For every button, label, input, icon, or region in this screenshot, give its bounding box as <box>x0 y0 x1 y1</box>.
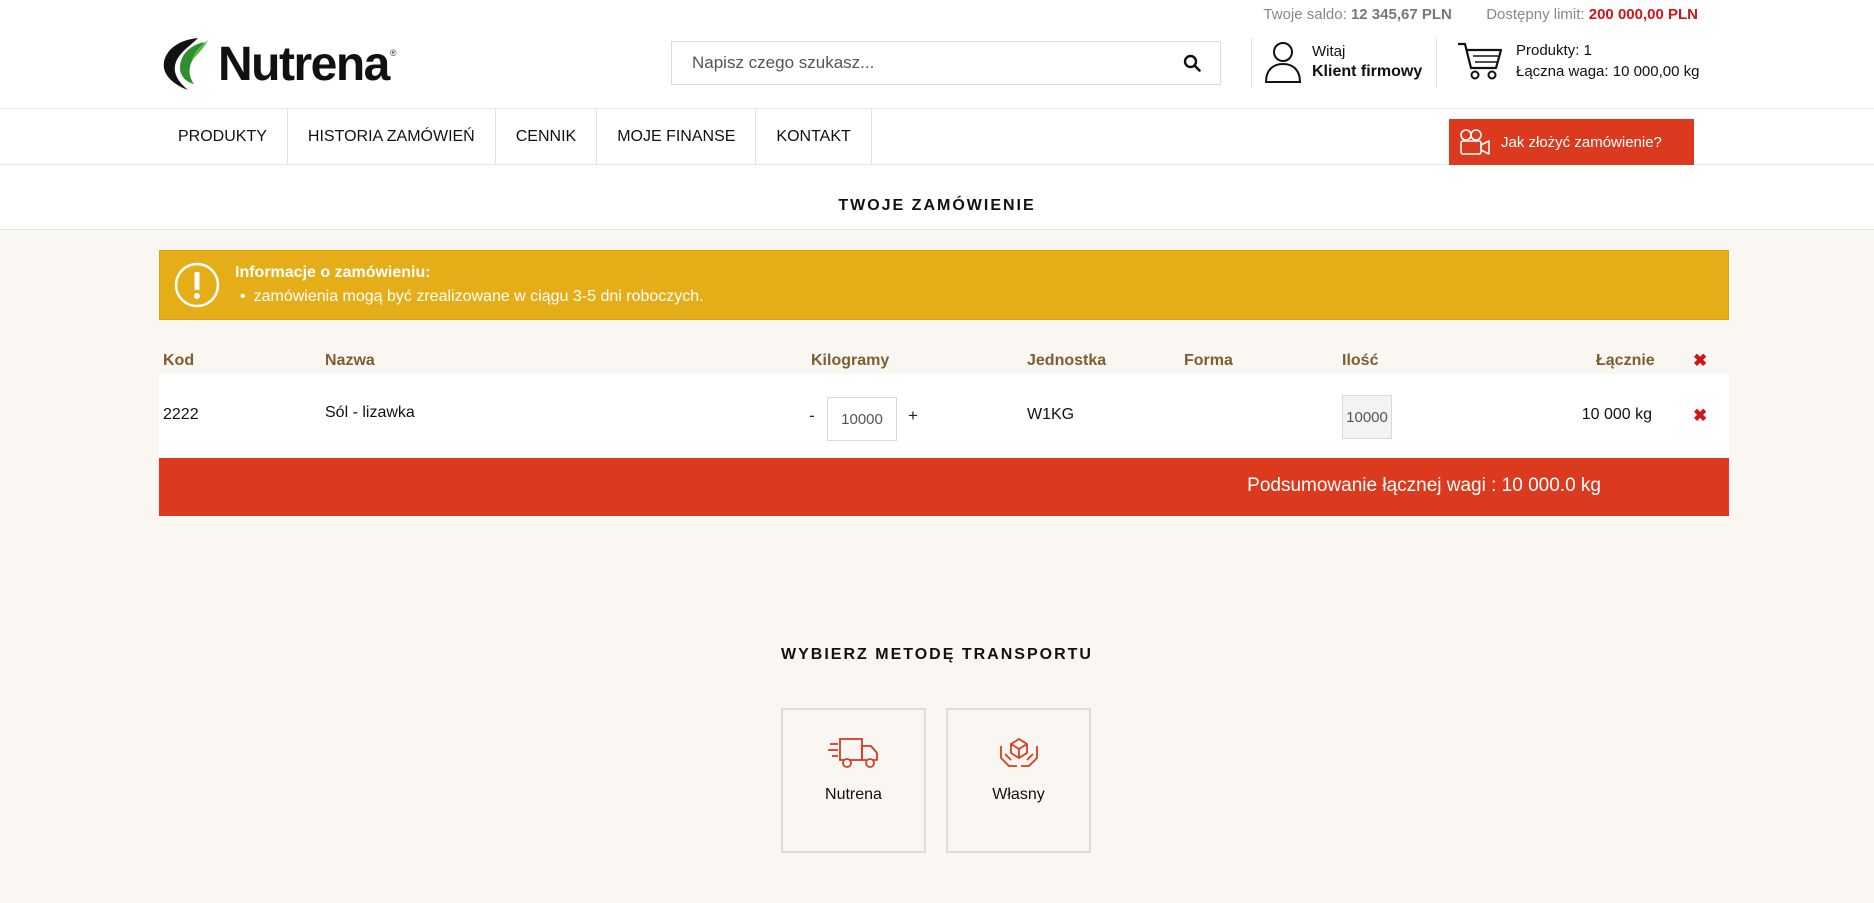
limit-label: Dostępny limit: <box>1486 6 1585 23</box>
exclamation-circle-icon <box>174 262 220 308</box>
brand-name: Nutrena <box>218 37 390 91</box>
quantity-readonly: 10000 <box>1342 395 1392 439</box>
search-icon <box>1183 54 1201 72</box>
how-to-order-label: Jak złożyć zamówienie? <box>1501 133 1662 151</box>
column-header-code: Kod <box>163 352 195 369</box>
row-total: 10 000 kg <box>1581 406 1652 423</box>
column-header-name: Nazwa <box>325 352 375 369</box>
transport-option-nutrena[interactable]: Nutrena <box>781 708 926 853</box>
nav-item-pricelist[interactable]: CENNIK <box>496 109 598 165</box>
user-icon <box>1264 42 1302 83</box>
transport-option-label: Własny <box>992 786 1045 803</box>
order-info-alert: Informacje o zamówieniu: zamówienia mogą… <box>159 250 1729 320</box>
video-camera-icon <box>1460 129 1490 155</box>
transport-option-label: Nutrena <box>825 786 882 803</box>
row-name: Sól - lizawka <box>325 404 415 421</box>
row-unit: W1KG <box>1027 406 1075 423</box>
row-code: 2222 <box>163 406 199 423</box>
nav-item-contact[interactable]: KONTAKT <box>756 109 872 165</box>
brand-logo[interactable]: Nutrena ® <box>158 36 397 92</box>
column-header-total: Łącznie <box>1596 352 1655 369</box>
balance-label: Twoje saldo: <box>1263 6 1347 23</box>
search-input[interactable] <box>672 42 1164 84</box>
cart-icon <box>1458 42 1503 80</box>
limit-value: 200 000,00 PLN <box>1588 6 1698 23</box>
hands-box-icon <box>999 738 1038 767</box>
header-divider <box>1251 38 1252 88</box>
column-header-quantity: Ilość <box>1342 352 1379 369</box>
account-name: Klient firmowy <box>1312 63 1423 80</box>
column-header-form: Forma <box>1184 352 1233 369</box>
remove-all-button[interactable]: ✖ <box>1693 351 1707 371</box>
search-button[interactable] <box>1164 42 1220 84</box>
cart-products-count: Produkty: 1 <box>1516 42 1592 59</box>
decrease-button[interactable]: - <box>809 406 815 426</box>
account-greeting: Witaj <box>1312 43 1346 60</box>
page-title: TWOJE ZAMÓWIENIE <box>838 197 1036 214</box>
nav-item-products[interactable]: PRODUKTY <box>158 109 288 165</box>
table-row: 2222 Sól - lizawka - + W1KG 10000 10 000… <box>159 374 1729 458</box>
transport-title: WYBIERZ METODĘ TRANSPORTU <box>781 646 1093 663</box>
site-header: Twoje saldo: 12 345,67 PLN Dostępny limi… <box>0 0 1874 108</box>
nav-item-finances[interactable]: MOJE FINANSE <box>597 109 757 165</box>
order-title-bar: TWOJE ZAMÓWIENIE <box>0 165 1874 230</box>
nav-item-order-history[interactable]: HISTORIA ZAMÓWIEŃ <box>288 109 496 165</box>
alert-title: Informacje o zamówieniu: <box>235 264 431 281</box>
brand-registered-mark: ® <box>389 48 397 58</box>
alert-item: zamówienia mogą być zrealizowane w ciągu… <box>240 288 704 306</box>
cart-total-weight: Łączna waga: 10 000,00 kg <box>1516 63 1700 80</box>
truck-icon <box>827 738 878 768</box>
main-navigation: PRODUKTY HISTORIA ZAMÓWIEŃ CENNIK MOJE F… <box>0 108 1874 165</box>
kilograms-input[interactable] <box>827 397 897 441</box>
header-divider <box>1436 38 1437 88</box>
how-to-order-button[interactable]: Jak złożyć zamówienie? <box>1449 119 1694 165</box>
cart-summary[interactable]: Produkty: 1 Łączna waga: 10 000,00 kg <box>1456 40 1699 82</box>
search-bar <box>671 41 1221 85</box>
account-menu[interactable]: Witaj Klient firmowy <box>1264 40 1422 84</box>
column-header-unit: Jednostka <box>1027 352 1107 369</box>
weight-summary-text: Podsumowanie łącznej wagi : 10 000.0 kg <box>1247 475 1601 496</box>
account-balance-bar: Twoje saldo: 12 345,67 PLN Dostępny limi… <box>1263 6 1698 23</box>
weight-summary-bar: Podsumowanie łącznej wagi : 10 000.0 kg <box>159 458 1729 516</box>
leaf-logo-icon <box>163 38 208 90</box>
remove-row-button[interactable]: ✖ <box>1693 406 1707 426</box>
column-header-kilograms: Kilogramy <box>811 352 890 369</box>
balance-value: 12 345,67 PLN <box>1350 6 1452 23</box>
increase-button[interactable]: + <box>908 406 918 426</box>
transport-option-own[interactable]: Własny <box>946 708 1091 853</box>
